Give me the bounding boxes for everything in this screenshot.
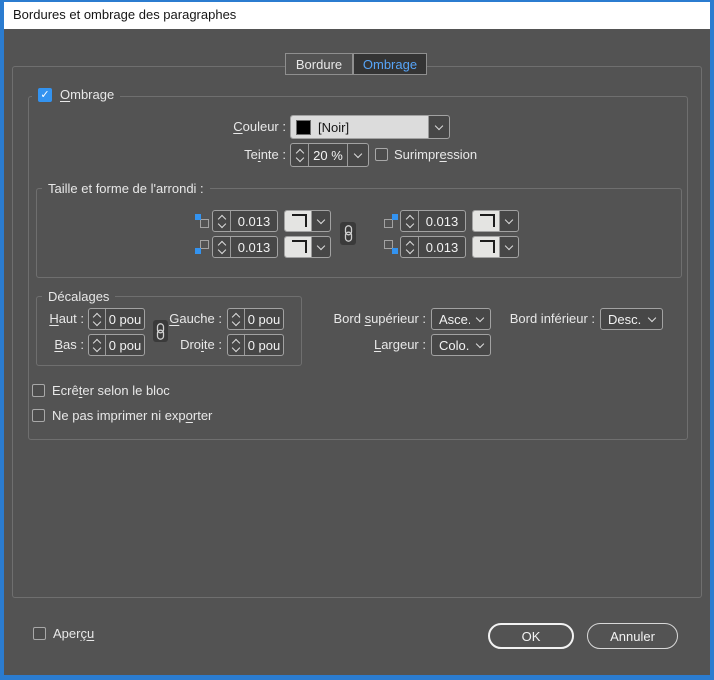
- offset-left-field[interactable]: 0 pou: [227, 308, 284, 330]
- corner-shape-preview-icon: [473, 237, 499, 257]
- corner-bottom-left-shape-dropdown[interactable]: [284, 236, 331, 258]
- offset-right-label: Droite :: [150, 333, 222, 357]
- corner-bottom-right-stepper[interactable]: [401, 237, 418, 257]
- corner-top-right-field[interactable]: 0.013: [400, 210, 466, 232]
- bottom-edge-label: Bord inférieur :: [497, 307, 595, 331]
- corner-bottom-left-icon: [195, 240, 209, 254]
- shading-enable-group: ✓ Ombrage: [32, 87, 120, 103]
- corner-top-left-shape-dropdown[interactable]: [284, 210, 331, 232]
- do-not-print-label: Ne pas imprimer ni exporter: [52, 404, 212, 428]
- tab-bordure[interactable]: Bordure: [285, 53, 353, 75]
- offset-right-stepper[interactable]: [228, 335, 244, 355]
- tab-ombrage-label: Ombrage: [363, 57, 417, 72]
- chevron-down-icon[interactable]: [347, 144, 368, 166]
- color-swatch-black: [296, 120, 311, 135]
- corner-top-right-icon: [384, 214, 398, 228]
- cancel-button-label: Annuler: [610, 629, 655, 644]
- corner-bottom-right-value[interactable]: 0.013: [418, 237, 465, 257]
- offset-bottom-value[interactable]: 0 pou: [105, 335, 144, 355]
- offset-top-label: Haut :: [38, 307, 84, 331]
- offset-top-stepper[interactable]: [89, 309, 105, 329]
- color-dropdown[interactable]: [Noir]: [290, 115, 450, 139]
- offset-left-label: Gauche :: [150, 307, 222, 331]
- corner-size-legend: Taille et forme de l'arrondi :: [42, 180, 210, 198]
- preview-checkbox[interactable]: [33, 627, 46, 640]
- ok-button-label: OK: [522, 629, 541, 644]
- top-edge-label: Bord supérieur :: [316, 307, 426, 331]
- width-label: Largeur :: [316, 333, 426, 357]
- offset-bottom-label: Bas :: [38, 333, 84, 357]
- window-title: Bordures et ombrage des paragraphes: [13, 7, 236, 22]
- bottom-edge-dropdown[interactable]: Desc...: [600, 308, 663, 330]
- corner-top-left-value[interactable]: 0.013: [230, 211, 277, 231]
- offset-left-stepper[interactable]: [228, 309, 244, 329]
- offset-right-value[interactable]: 0 pou: [244, 335, 283, 355]
- do-not-print-checkbox[interactable]: [32, 409, 45, 422]
- paragraph-borders-shading-dialog: Bordures et ombrage des paragraphes Bord…: [0, 0, 714, 680]
- corner-bottom-right-shape-dropdown[interactable]: [472, 236, 519, 258]
- corner-bottom-right-icon: [384, 240, 398, 254]
- tint-field[interactable]: 20 %: [290, 143, 369, 167]
- clip-to-frame-checkbox[interactable]: [32, 384, 45, 397]
- shading-enable-checkbox[interactable]: ✓: [38, 88, 52, 102]
- corner-bottom-left-stepper[interactable]: [213, 237, 230, 257]
- chevron-down-icon: [428, 116, 449, 138]
- ok-button[interactable]: OK: [488, 623, 574, 649]
- width-value: Colo...: [432, 335, 470, 355]
- shading-enable-label: Ombrage: [60, 87, 114, 103]
- chevron-down-icon: [642, 309, 662, 329]
- corner-size-group: [36, 188, 682, 278]
- preview-label: Aperçu: [53, 622, 94, 646]
- corner-top-right-value[interactable]: 0.013: [418, 211, 465, 231]
- offset-top-value[interactable]: 0 pou: [105, 309, 144, 329]
- chevron-down-icon: [311, 237, 330, 257]
- width-dropdown[interactable]: Colo...: [431, 334, 491, 356]
- corner-top-right-shape-dropdown[interactable]: [472, 210, 519, 232]
- offset-bottom-stepper[interactable]: [89, 335, 105, 355]
- offset-right-field[interactable]: 0 pou: [227, 334, 284, 356]
- tab-ombrage[interactable]: Ombrage: [353, 53, 427, 75]
- chevron-down-icon: [499, 237, 518, 257]
- corner-bottom-right-field[interactable]: 0.013: [400, 236, 466, 258]
- corner-shape-preview-icon: [285, 211, 311, 231]
- color-value: [Noir]: [318, 120, 349, 135]
- top-edge-dropdown[interactable]: Asce...: [431, 308, 491, 330]
- offset-left-value[interactable]: 0 pou: [244, 309, 283, 329]
- corner-bottom-left-value[interactable]: 0.013: [230, 237, 277, 257]
- tint-value[interactable]: 20 %: [308, 144, 347, 166]
- chevron-down-icon: [470, 309, 490, 329]
- chevron-down-icon: [499, 211, 518, 231]
- check-icon: ✓: [40, 90, 49, 101]
- tab-bordure-label: Bordure: [296, 57, 342, 72]
- tint-stepper[interactable]: [291, 144, 308, 166]
- clip-to-frame-label: Ecrêter selon le bloc: [52, 379, 170, 403]
- corner-top-left-stepper[interactable]: [213, 211, 230, 231]
- bottom-edge-value: Desc...: [601, 309, 642, 329]
- corner-top-left-field[interactable]: 0.013: [212, 210, 278, 232]
- corner-top-left-icon: [195, 214, 209, 228]
- window-titlebar[interactable]: Bordures et ombrage des paragraphes: [0, 0, 714, 29]
- corner-shape-preview-icon: [473, 211, 499, 231]
- overprint-label: Surimpression: [394, 143, 477, 167]
- overprint-checkbox[interactable]: [375, 148, 388, 161]
- corner-top-right-stepper[interactable]: [401, 211, 418, 231]
- top-edge-value: Asce...: [432, 309, 470, 329]
- chevron-down-icon: [470, 335, 490, 355]
- offsets-legend: Décalages: [42, 288, 115, 306]
- corner-bottom-left-field[interactable]: 0.013: [212, 236, 278, 258]
- offset-bottom-field[interactable]: 0 pou: [88, 334, 145, 356]
- corner-shape-preview-icon: [285, 237, 311, 257]
- tint-label: Teinte :: [150, 143, 286, 167]
- link-corners-icon[interactable]: [340, 222, 356, 245]
- color-label: Couleur :: [150, 115, 286, 139]
- cancel-button[interactable]: Annuler: [587, 623, 678, 649]
- chevron-down-icon: [311, 211, 330, 231]
- offset-top-field[interactable]: 0 pou: [88, 308, 145, 330]
